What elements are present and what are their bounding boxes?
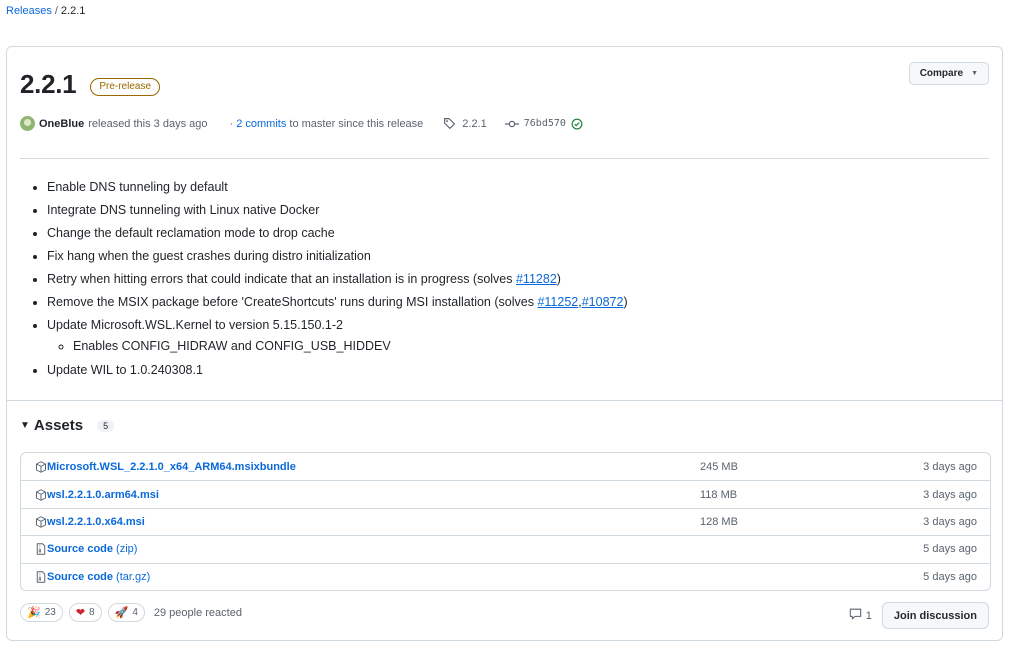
asset-date: 3 days ago <box>923 515 977 528</box>
hooray-emoji: 🎉 <box>27 607 41 619</box>
reaction-count: 4 <box>132 607 138 618</box>
package-icon <box>35 516 47 528</box>
tag-icon <box>443 117 456 130</box>
asset-link[interactable]: wsl.2.2.1.0.x64.msi <box>47 516 145 528</box>
asset-size: 118 MB <box>700 488 738 501</box>
triangle-down-icon: ▼ <box>20 420 30 431</box>
note-text: Integrate DNS tunneling with Linux nativ… <box>47 203 320 217</box>
list-item: Change the default reclamation mode to d… <box>47 222 628 245</box>
table-row: wsl.2.2.1.0.arm64.msi 118 MB 3 days ago <box>21 480 990 507</box>
reactions: 🎉 23 ❤ 8 🚀 4 29 people reacted <box>20 603 242 622</box>
verified-check-icon[interactable] <box>571 118 583 130</box>
breadcrumb-current: 2.2.1 <box>60 5 86 17</box>
note-text: Enable DNS tunneling by default <box>47 180 228 194</box>
breadcrumb: Releases/2.2.1 <box>6 5 85 17</box>
prerelease-badge: Pre-release <box>90 77 161 96</box>
comment-count: 1 <box>865 609 872 622</box>
release-card: 2.2.1 Pre-release Compare ▼ OneBlue rele… <box>6 46 1003 641</box>
released-text: released this 3 days ago <box>88 117 208 130</box>
author-link[interactable]: OneBlue <box>39 118 84 130</box>
compare-button-label: Compare <box>919 68 964 79</box>
commits-link[interactable]: 2 commits <box>236 118 286 130</box>
assets-toggle[interactable]: ▼ Assets 5 <box>20 417 115 434</box>
note-text: Update WIL to 1.0.240308.1 <box>47 363 203 377</box>
breadcrumb-separator: / <box>54 5 58 17</box>
chevron-down-icon: ▼ <box>971 70 978 77</box>
list-item: Retry when hitting errors that could ind… <box>47 268 628 291</box>
list-item: Enables CONFIG_HIDRAW and CONFIG_USB_HID… <box>73 337 628 355</box>
note-text: ) <box>556 272 561 286</box>
join-discussion-button[interactable]: Join discussion <box>881 602 989 629</box>
asset-link[interactable]: Source code <box>47 571 113 583</box>
comment-icon <box>849 608 866 623</box>
reaction-summary: 29 people reacted <box>153 606 242 619</box>
issue-link[interactable]: #10872 <box>582 295 624 309</box>
header-divider <box>20 158 989 159</box>
tag-link[interactable]: 2.2.1 <box>443 117 487 130</box>
assets-count-badge: 5 <box>97 419 115 432</box>
asset-link[interactable]: Microsoft.WSL_2.2.1.0_x64_ARM64.msixbund… <box>47 461 296 473</box>
asset-date: 3 days ago <box>923 460 977 473</box>
reaction-hooray[interactable]: 🎉 23 <box>20 603 63 622</box>
asset-link[interactable]: Source code <box>47 543 113 555</box>
commit-sha: 76bd570 <box>523 118 566 129</box>
issue-link[interactable]: #11282 <box>516 272 557 286</box>
note-text: Enables CONFIG_HIDRAW and CONFIG_USB_HID… <box>73 339 391 353</box>
list-item: Fix hang when the guest crashes during d… <box>47 245 628 268</box>
package-icon <box>35 488 47 501</box>
asset-size: 245 MB <box>700 460 738 473</box>
asset-link[interactable]: wsl.2.2.1.0.arm64.msi <box>47 489 159 501</box>
note-text: ) <box>623 295 628 309</box>
issue-link[interactable]: #11252 <box>537 295 578 309</box>
asset-size: 128 MB <box>700 515 738 528</box>
comments-count[interactable]: 1 <box>849 608 872 623</box>
rocket-emoji: 🚀 <box>114 607 129 619</box>
table-row: Source code (zip) 5 days ago <box>21 535 990 562</box>
release-header: 2.2.1 Pre-release <box>20 69 161 100</box>
assets-label: Assets <box>33 417 84 434</box>
avatar[interactable] <box>20 116 35 131</box>
table-row: wsl.2.2.1.0.x64.msi 128 MB 3 days ago <box>21 507 990 535</box>
git-commit-icon <box>504 118 519 130</box>
note-text: Change the default reclamation mode to d… <box>47 226 335 240</box>
sub-list: Enables CONFIG_HIDRAW and CONFIG_USB_HID… <box>73 337 628 355</box>
asset-format[interactable]: (tar.gz) <box>116 571 150 583</box>
list-item: Update WIL to 1.0.240308.1 <box>47 359 628 382</box>
table-row: Microsoft.WSL_2.2.1.0_x64_ARM64.msixbund… <box>21 453 990 480</box>
note-text: Remove the MSIX package before 'CreateSh… <box>47 295 538 309</box>
table-row: Source code (tar.gz) 5 days ago <box>21 562 990 590</box>
assets-divider <box>7 400 1002 401</box>
release-meta: OneBlue released this 3 days ago · 2 com… <box>20 116 583 131</box>
note-text: Fix hang when the guest crashes during d… <box>47 249 371 263</box>
breadcrumb-releases-link[interactable]: Releases <box>6 5 52 17</box>
list-item: Enable DNS tunneling by default <box>47 176 628 199</box>
asset-date: 3 days ago <box>923 488 977 501</box>
file-zip-icon <box>35 543 47 556</box>
commits-suffix: to master since this release <box>289 117 424 130</box>
asset-date: 5 days ago <box>923 570 977 583</box>
list-item: Integrate DNS tunneling with Linux nativ… <box>47 199 628 222</box>
release-notes-list: Enable DNS tunneling by default Integrat… <box>47 176 628 382</box>
reaction-heart[interactable]: ❤ 8 <box>68 603 102 622</box>
asset-date: 5 days ago <box>923 543 977 556</box>
heart-emoji: ❤ <box>75 607 86 619</box>
reaction-count: 23 <box>44 607 56 618</box>
list-item: Remove the MSIX package before 'CreateSh… <box>47 291 628 314</box>
release-title[interactable]: 2.2.1 <box>20 69 77 100</box>
commit-link[interactable]: 76bd570 <box>504 118 583 130</box>
reaction-rocket[interactable]: 🚀 4 <box>107 603 145 622</box>
discussion: 1 Join discussion <box>849 602 989 629</box>
reaction-count: 8 <box>89 607 95 618</box>
package-icon <box>35 460 47 473</box>
note-text: Retry when hitting errors that could ind… <box>47 272 516 286</box>
note-text: Update Microsoft.WSL.Kernel to version 5… <box>47 318 343 332</box>
tag-name: 2.2.1 <box>462 117 487 130</box>
asset-format[interactable]: (zip) <box>116 543 137 555</box>
assets-list: Microsoft.WSL_2.2.1.0_x64_ARM64.msixbund… <box>20 452 991 591</box>
commits-info: · 2 commits to master since this release <box>229 117 424 130</box>
release-notes: Enable DNS tunneling by default Integrat… <box>47 176 628 382</box>
compare-button[interactable]: Compare ▼ <box>908 62 989 85</box>
list-item: Update Microsoft.WSL.Kernel to version 5… <box>47 314 628 355</box>
file-zip-icon <box>35 571 47 583</box>
